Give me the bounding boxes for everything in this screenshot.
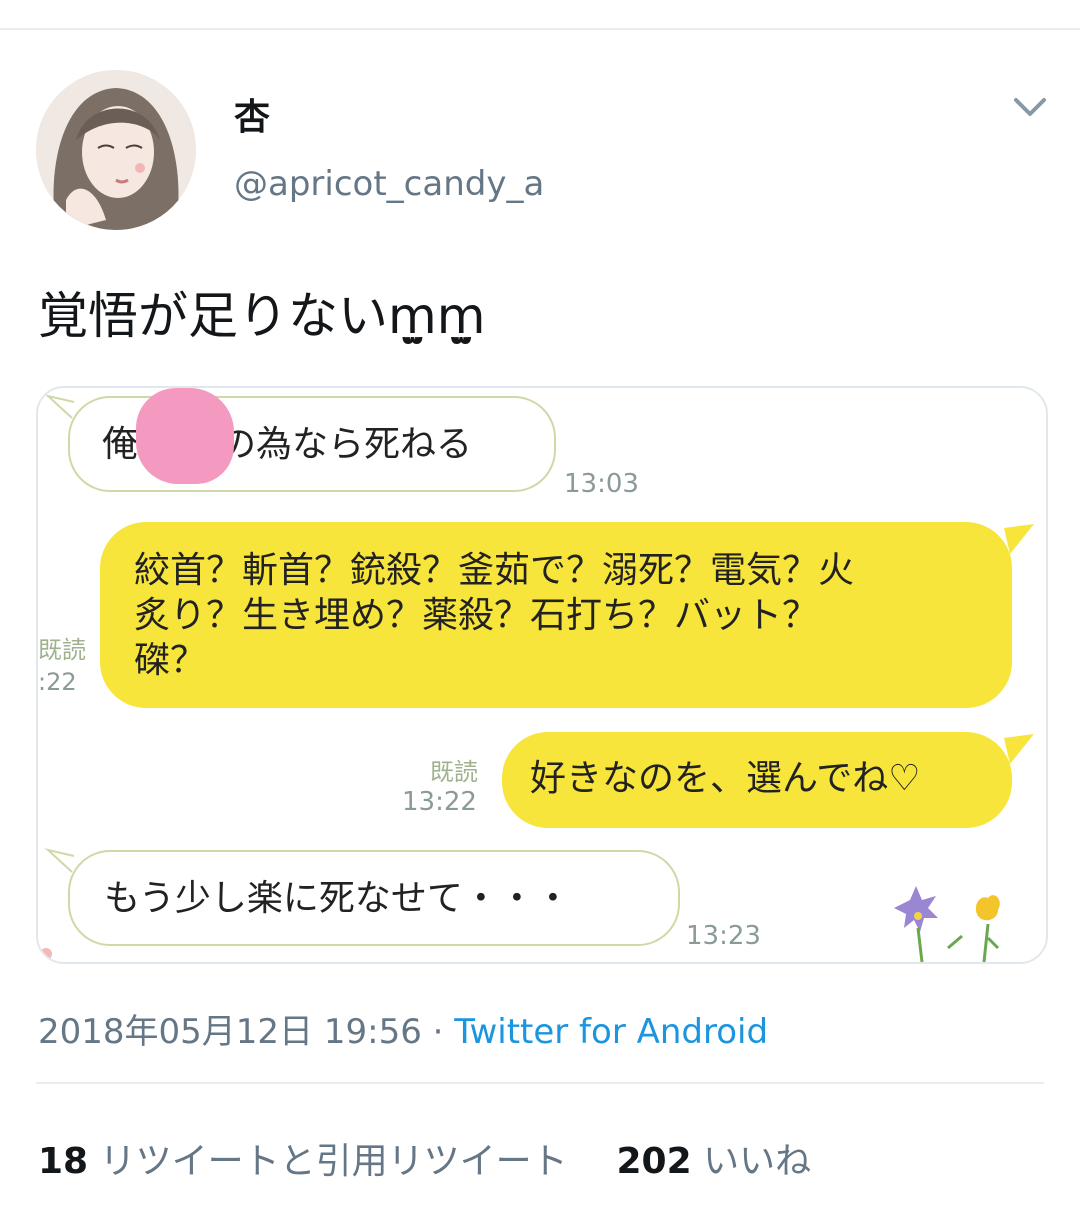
tweet-media-image[interactable]: 俺 の為なら死ねる 13:03 既読 :22 絞首？斬首？銃殺？釜茹で？溺死？電気… bbox=[36, 386, 1048, 964]
top-divider bbox=[0, 28, 1080, 30]
privacy-blur-mark bbox=[136, 388, 234, 484]
source-link[interactable]: Twitter for Android bbox=[454, 1012, 768, 1052]
user-handle[interactable]: @apricot_candy_a bbox=[234, 164, 544, 204]
separator-dot: · bbox=[432, 1012, 444, 1052]
chevron-down-icon[interactable] bbox=[1010, 92, 1050, 122]
message-text: もう少し楽に死なせて・・・ bbox=[104, 878, 571, 919]
like-label: いいね bbox=[703, 1141, 812, 1182]
likes-stat[interactable]: 202 いいね bbox=[616, 1141, 811, 1182]
display-name[interactable]: 杏 bbox=[234, 88, 270, 140]
like-count: 202 bbox=[616, 1141, 692, 1182]
message-time: 13:22 bbox=[402, 787, 477, 817]
message-time: 13:03 bbox=[564, 469, 639, 499]
message-text: 好きなのを、選んでね♡ bbox=[530, 758, 921, 799]
tweet-timestamp-row: 2018年05月12日 19:56 · Twitter for Android bbox=[38, 1004, 768, 1053]
chat-bubble-outgoing: 絞首？斬首？銃殺？釜茹で？溺死？電気？火 炙り？生き埋め？薬殺？石打ち？バット？… bbox=[100, 522, 1012, 708]
message-text: の為なら死ねる bbox=[220, 424, 473, 465]
read-receipt: 既読 bbox=[430, 758, 478, 786]
engagement-stats: 18 リツイートと引用リツイート 202 いいね bbox=[38, 1132, 811, 1184]
message-time: :22 bbox=[38, 668, 77, 696]
message-text: 磔？ bbox=[134, 640, 207, 681]
message-text: 俺 bbox=[102, 424, 139, 465]
avatar[interactable] bbox=[36, 70, 196, 230]
message-text: 炙り？生き埋め？薬殺？石打ち？バット？ bbox=[134, 595, 819, 636]
chat-bubble-outgoing: 好きなのを、選んでね♡ bbox=[502, 732, 1012, 828]
chat-bubble-incoming: もう少し楽に死なせて・・・ bbox=[68, 850, 680, 946]
tweet-text: 覚悟が足りないm̤̫m̤̫ bbox=[38, 287, 486, 345]
read-receipt: 既読 bbox=[38, 636, 86, 664]
retweet-count: 18 bbox=[38, 1141, 89, 1182]
tweet-timestamp[interactable]: 2018年05月12日 19:56 bbox=[38, 1012, 422, 1052]
retweet-label: リツイートと引用リツイート bbox=[99, 1141, 568, 1182]
message-text: 絞首？斬首？銃殺？釜茹で？溺死？電気？火 bbox=[134, 550, 855, 591]
stats-divider bbox=[36, 1082, 1044, 1084]
message-time: 13:23 bbox=[686, 921, 761, 951]
retweets-stat[interactable]: 18 リツイートと引用リツイート bbox=[38, 1141, 568, 1182]
